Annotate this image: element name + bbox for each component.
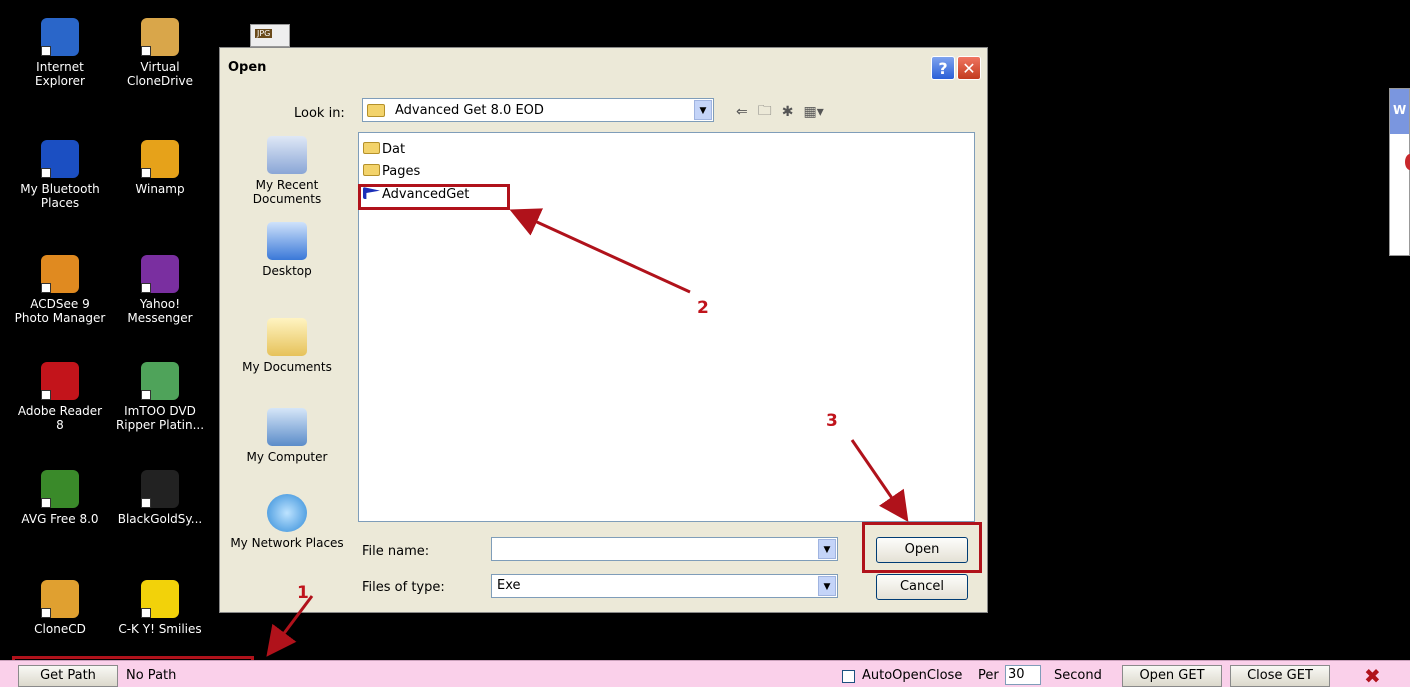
partial-window[interactable]: W (1389, 88, 1410, 256)
close-icon[interactable]: ✖ (1364, 664, 1381, 687)
partial-window-icon (1405, 154, 1410, 170)
open-get-button[interactable]: Open GET (1122, 665, 1222, 687)
get-path-button[interactable]: Get Path (18, 665, 118, 687)
partial-window-title: W (1390, 89, 1409, 134)
arrow-1 (266, 595, 314, 657)
second-label: Second (1054, 668, 1102, 683)
annotation-arrows (266, 208, 909, 657)
path-text: No Path (126, 668, 177, 683)
close-get-button[interactable]: Close GET (1230, 665, 1330, 687)
arrow-3 (850, 439, 909, 522)
per-label: Per (978, 668, 999, 683)
auto-open-close-checkbox[interactable] (842, 670, 855, 683)
per-input[interactable]: 30 (1005, 665, 1041, 685)
auto-open-close-label: AutoOpenClose (862, 668, 963, 683)
arrow-2 (509, 208, 691, 294)
bottom-toolbar: Get Path No Path AutoOpenClose Per 30 Se… (0, 660, 1410, 687)
